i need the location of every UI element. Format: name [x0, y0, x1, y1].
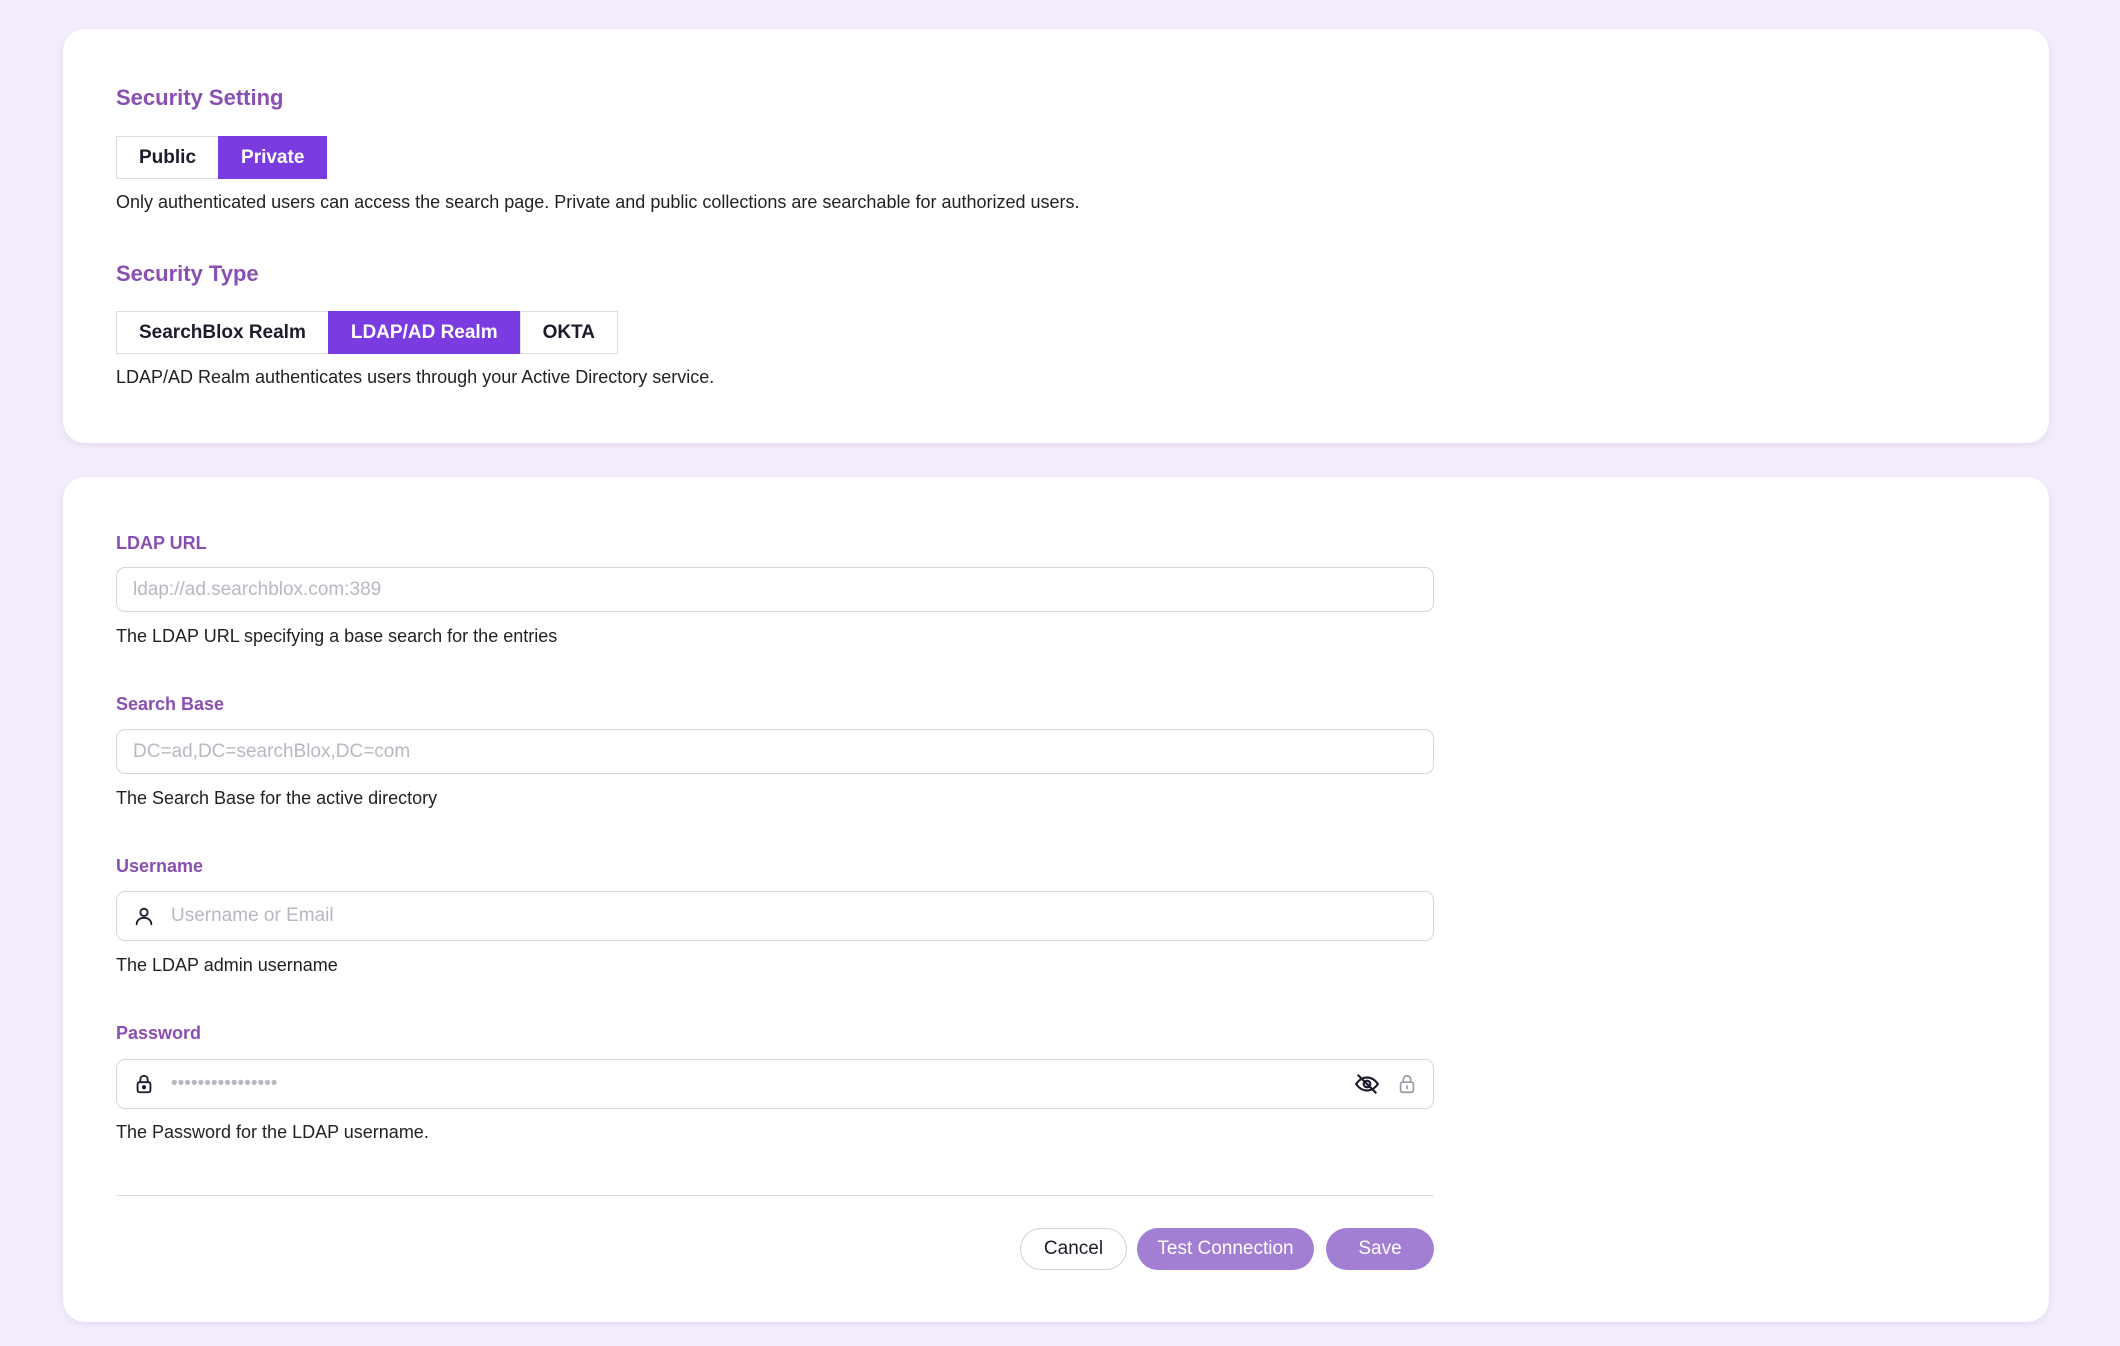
password-label: Password: [116, 1023, 202, 1043]
security-card: Security Setting Public Private Only aut…: [63, 29, 2049, 443]
username-input[interactable]: [171, 892, 1433, 940]
security-setting-title: Security Setting: [116, 85, 284, 110]
security-type-title: Security Type: [116, 261, 259, 286]
lock-icon: [117, 1060, 171, 1108]
eye-off-icon[interactable]: [1347, 1060, 1387, 1108]
cancel-button[interactable]: Cancel: [1020, 1228, 1127, 1270]
password-input[interactable]: [171, 1060, 1347, 1108]
test-connection-button[interactable]: Test Connection: [1137, 1228, 1314, 1270]
security-type-description: LDAP/AD Realm authenticates users throug…: [116, 367, 715, 387]
user-icon: [117, 892, 171, 940]
save-button[interactable]: Save: [1326, 1228, 1434, 1270]
password-field: [116, 1059, 1434, 1109]
security-setting-private[interactable]: Private: [218, 136, 328, 179]
search-base-help: The Search Base for the active directory: [116, 788, 438, 808]
password-help: The Password for the LDAP username.: [116, 1122, 429, 1142]
security-type-toggle: SearchBlox Realm LDAP/AD Realm OKTA: [116, 311, 619, 354]
ldap-url-label: LDAP URL: [116, 533, 207, 553]
ldap-url-help: The LDAP URL specifying a base search fo…: [116, 626, 558, 646]
security-type-ldap[interactable]: LDAP/AD Realm: [327, 311, 521, 354]
form-divider: [116, 1195, 1434, 1196]
search-base-input[interactable]: [133, 730, 1433, 773]
ldap-config-card: LDAP URL The LDAP URL specifying a base …: [63, 477, 2049, 1322]
security-setting-public[interactable]: Public: [116, 136, 220, 179]
search-base-label: Search Base: [116, 694, 225, 714]
username-field: [116, 891, 1434, 941]
username-help: The LDAP admin username: [116, 955, 338, 975]
ldap-url-input[interactable]: [133, 568, 1433, 611]
ldap-url-field: [116, 567, 1434, 612]
search-base-field: [116, 729, 1434, 774]
security-type-okta[interactable]: OKTA: [519, 311, 619, 354]
security-setting-toggle: Public Private: [116, 136, 328, 179]
username-label: Username: [116, 856, 204, 876]
lock-icon: [1387, 1060, 1427, 1108]
security-type-searchblox[interactable]: SearchBlox Realm: [116, 311, 329, 354]
security-setting-description: Only authenticated users can access the …: [116, 192, 1080, 212]
